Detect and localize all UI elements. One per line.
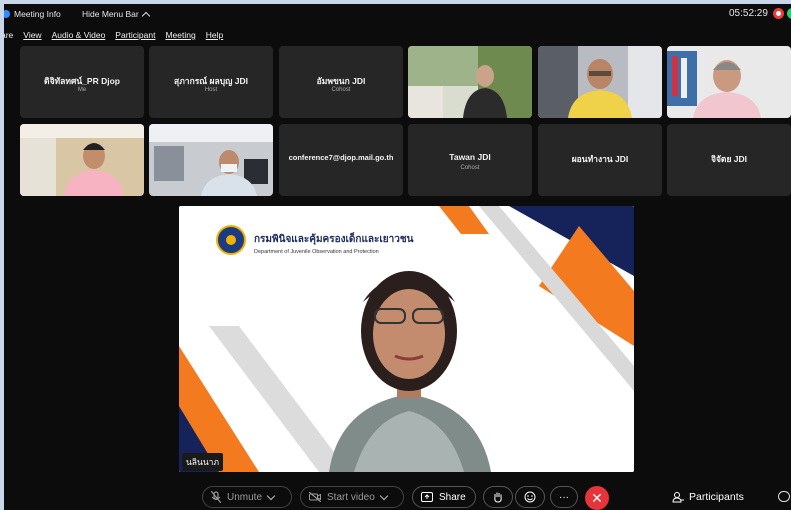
participant-tile[interactable]: สุภากรณ์ ผลบุญ JDI Host (149, 46, 273, 118)
participant-name: สุภากรณ์ ผลบุญ JDI (174, 76, 248, 86)
recording-icon[interactable] (773, 8, 784, 19)
participant-tile[interactable]: ผอนทำงาน JDI (538, 124, 662, 196)
start-video-label: Start video (327, 491, 375, 503)
menu-help[interactable]: Help (206, 30, 223, 44)
more-icon: ··· (559, 491, 569, 503)
participant-name: Tawan JDI (449, 152, 491, 162)
security-status-icon[interactable] (787, 8, 791, 19)
hide-menu-bar-label: Hide Menu Bar (82, 9, 139, 19)
hide-menu-bar-button[interactable]: Hide Menu Bar (82, 9, 150, 20)
participant-name: จิจัตย JDI (710, 154, 748, 164)
participant-role: Cohost (460, 165, 480, 171)
participant-video-image (149, 124, 273, 196)
meeting-window: Meeting Info Hide Menu Bar 05:52:29 are … (4, 4, 791, 510)
participant-role: Cohost (331, 87, 351, 93)
department-seal-logo (216, 225, 246, 255)
meeting-clock: 05:52:29 (729, 8, 768, 19)
active-speaker-view[interactable]: กรมพินิจและคุ้มครองเด็กและเยาวชน Departm… (179, 206, 634, 472)
meeting-info-button[interactable]: Meeting Info (4, 9, 61, 19)
video-off-icon (309, 492, 321, 502)
participants-label: Participants (689, 491, 744, 503)
microphone-muted-icon (211, 491, 221, 503)
participant-video-tile[interactable] (20, 124, 144, 196)
department-name-english: Department of Juvenile Observation and P… (254, 249, 379, 255)
participant-tile[interactable]: ดิจิทัลทศน์_PR Djop Me (20, 46, 144, 118)
participant-video-image (20, 124, 144, 196)
chevron-up-icon (141, 11, 150, 20)
share-screen-icon (421, 492, 433, 502)
emoji-icon (524, 491, 536, 503)
participant-tile[interactable]: Tawan JDI Cohost (408, 124, 532, 196)
participant-tile[interactable]: จิจัตย JDI (667, 124, 791, 196)
start-video-button[interactable]: Start video (300, 486, 404, 508)
participant-role: Host (204, 87, 218, 93)
share-button[interactable]: Share (412, 486, 476, 508)
participant-name: ผอนทำงาน JDI (571, 154, 629, 164)
participant-video-tile[interactable] (408, 46, 532, 118)
raise-hand-button[interactable] (483, 486, 513, 508)
participant-name: ดิจิทัลทศน์_PR Djop (44, 76, 120, 86)
meeting-toolbar: Unmute Start video Share ··· ✕ Participa… (4, 482, 791, 510)
top-bar: Meeting Info Hide Menu Bar 05:52:29 (4, 4, 791, 26)
menu-audio-video[interactable]: Audio & Video (52, 30, 106, 44)
participant-name: conference7@djop.mail.go.th (288, 153, 394, 162)
menu-bar: are View Audio & Video Participant Meeti… (4, 30, 223, 44)
participant-tile[interactable]: conference7@djop.mail.go.th (279, 124, 403, 196)
participants-button[interactable]: Participants (672, 491, 744, 503)
participant-video-image (538, 46, 662, 118)
end-meeting-button[interactable]: ✕ (585, 486, 609, 510)
menu-participant[interactable]: Participant (115, 30, 155, 44)
chat-icon[interactable] (778, 491, 790, 502)
participant-video-tile[interactable] (538, 46, 662, 118)
reactions-button[interactable] (515, 486, 545, 508)
meeting-info-label: Meeting Info (14, 9, 61, 19)
participant-video-tile[interactable] (149, 124, 273, 196)
speaker-name-label: นลินนาภ (182, 453, 224, 471)
menu-meeting[interactable]: Meeting (165, 30, 195, 44)
unmute-label: Unmute (227, 491, 263, 503)
meeting-info-icon (4, 10, 10, 18)
participant-video-tile[interactable] (667, 46, 791, 118)
menu-share[interactable]: are (4, 30, 13, 44)
participant-tile[interactable]: อัมพขนก JDI Cohost (279, 46, 403, 118)
department-name-thai: กรมพินิจและคุ้มครองเด็กและเยาวชน (254, 234, 414, 245)
participant-video-image (667, 46, 791, 118)
raise-hand-icon (494, 492, 502, 503)
menu-view[interactable]: View (23, 30, 41, 44)
participant-role: Me (77, 87, 87, 93)
chevron-down-icon[interactable] (266, 491, 276, 500)
chevron-down-icon[interactable] (379, 491, 389, 500)
share-label: Share (439, 491, 466, 503)
unmute-button[interactable]: Unmute (202, 486, 292, 508)
participant-name: อัมพขนก JDI (316, 76, 366, 86)
more-options-button[interactable]: ··· (550, 486, 578, 508)
participant-video-image (408, 46, 532, 118)
participants-icon (672, 492, 684, 503)
